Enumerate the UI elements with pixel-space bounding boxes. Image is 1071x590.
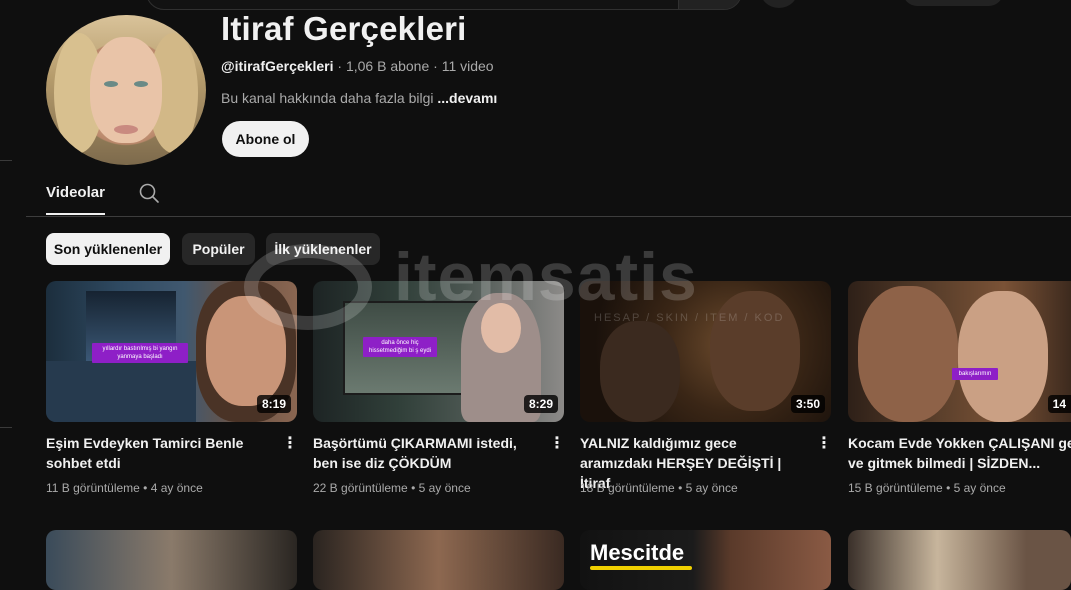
subscriber-count: 1,06 B abone [345,58,430,74]
search-bar[interactable] [146,0,742,10]
upload-age: 5 ay önce [953,481,1006,495]
upload-age: 5 ay önce [418,481,471,495]
thumbnail-scene [858,286,958,422]
upload-age: 5 ay önce [685,481,738,495]
meta-separator: · [429,58,442,74]
video-thumbnail[interactable]: bakışlarımın 14 [848,281,1071,422]
video-duration: 8:29 [523,395,558,413]
meta-separator: · [333,58,346,74]
avatar-lips [114,125,138,134]
avatar-eye [134,81,148,87]
video-card[interactable]: 3:50 YALNIZ kaldığımız gece aramızdakı H… [580,281,832,495]
video-duration: 3:50 [790,395,825,413]
view-count: 22 B görüntüleme [313,481,408,495]
video-meta: 18 B görüntüleme • 5 ay önce [580,481,738,495]
thumbnail-caption: yıllardır bastırılmış bi yangın yanmaya … [92,343,188,363]
video-duration: 8:19 [256,395,291,413]
meta-dot: • [674,481,686,495]
thumbnail-scene [958,291,1048,422]
avatar-eye [104,81,118,87]
more-options-icon[interactable]: ⋮ [282,435,298,455]
channel-meta: @itirafGerçekleri · 1,06 B abone · 11 vi… [221,58,494,74]
thumbnail-scene [600,321,680,422]
video-thumbnail[interactable] [313,530,564,590]
thumbnail-caption: Mescitde [590,540,685,565]
thumbnail-scene [710,291,800,411]
more-options-icon[interactable]: ⋮ [549,435,565,455]
chip-popular[interactable]: Popüler [182,233,255,265]
video-meta: 11 B görüntüleme • 4 ay önce [46,481,203,495]
video-count: 11 video [441,58,494,74]
search-button[interactable] [678,0,741,9]
meta-dot: • [139,481,151,495]
video-thumbnail[interactable]: yıllardır bastırılmış bi yangın yanmaya … [46,281,297,422]
channel-avatar[interactable] [46,15,206,165]
video-thumbnail[interactable]: 3:50 [580,281,831,422]
meta-dot: • [407,481,419,495]
subscribe-button[interactable]: Abone ol [222,121,309,157]
voice-search-button[interactable] [760,0,798,8]
view-count: 11 B görüntüleme [46,481,140,495]
thumbnail-caption: daha önce hiç hissetmediğim bi ş eydi [363,337,437,357]
meta-dot: • [942,481,954,495]
tab-active-indicator [46,213,105,215]
chip-recent[interactable]: Son yüklenenler [46,233,170,265]
description-more-link[interactable]: ...devamı [437,90,497,106]
view-count: 18 B görüntüleme [580,481,675,495]
thumbnail-scene [481,303,521,353]
view-count: 15 B görüntüleme [848,481,943,495]
more-options-icon[interactable]: ⋮ [816,435,832,455]
channel-description[interactable]: Bu kanal hakkında daha fazla bilgi ...de… [221,90,497,106]
video-thumbnail[interactable]: daha önce hiç hissetmediğim bi ş eydi 8:… [313,281,564,422]
tabs-divider [26,216,1071,217]
sidebar-edge-divider [0,427,12,428]
upload-age: 4 ay önce [150,481,203,495]
chip-oldest[interactable]: İlk yüklenenler [266,233,380,265]
video-meta: 22 B görüntüleme • 5 ay önce [313,481,471,495]
channel-handle: @itirafGerçekleri [221,58,334,74]
video-duration: 14 [1047,395,1071,413]
thumbnail-scene [206,296,286,406]
search-icon[interactable] [138,182,160,204]
channel-description-text: Bu kanal hakkında daha fazla bilgi [221,90,438,106]
thumbnail-caption: bakışlarımın [952,368,998,380]
video-thumbnail[interactable]: Mescitde [580,530,831,590]
create-button[interactable] [903,0,1003,6]
thumbnail-scene [46,361,196,422]
video-title[interactable]: Kocam Evde Yokken ÇALIŞANI geldi ve gitm… [848,433,1071,473]
video-thumbnail[interactable] [848,530,1071,590]
channel-title: Itiraf Gerçekleri [221,10,467,47]
video-title[interactable]: Başörtümü ÇIKARMAMI istedi, ben ise diz … [313,433,543,473]
video-title-text: Kocam Evde Yokken ÇALIŞANI geldi ve gitm… [848,435,1071,471]
video-card[interactable]: daha önce hiç hissetmediğim bi ş eydi 8:… [313,281,565,495]
video-title[interactable]: Eşim Evdeyken Tamirci Benle sohbet etdi [46,433,276,473]
thumbnail-underline [590,566,692,570]
sidebar-edge-divider [0,160,12,161]
tab-videos[interactable]: Videolar [46,184,105,201]
video-meta: 15 B görüntüleme • 5 ay önce [848,481,1006,495]
video-card[interactable]: bakışlarımın 14 Kocam Evde Yokken ÇALIŞA… [848,281,1071,495]
video-thumbnail[interactable] [46,530,297,590]
video-card[interactable]: yıllardır bastırılmış bi yangın yanmaya … [46,281,298,495]
